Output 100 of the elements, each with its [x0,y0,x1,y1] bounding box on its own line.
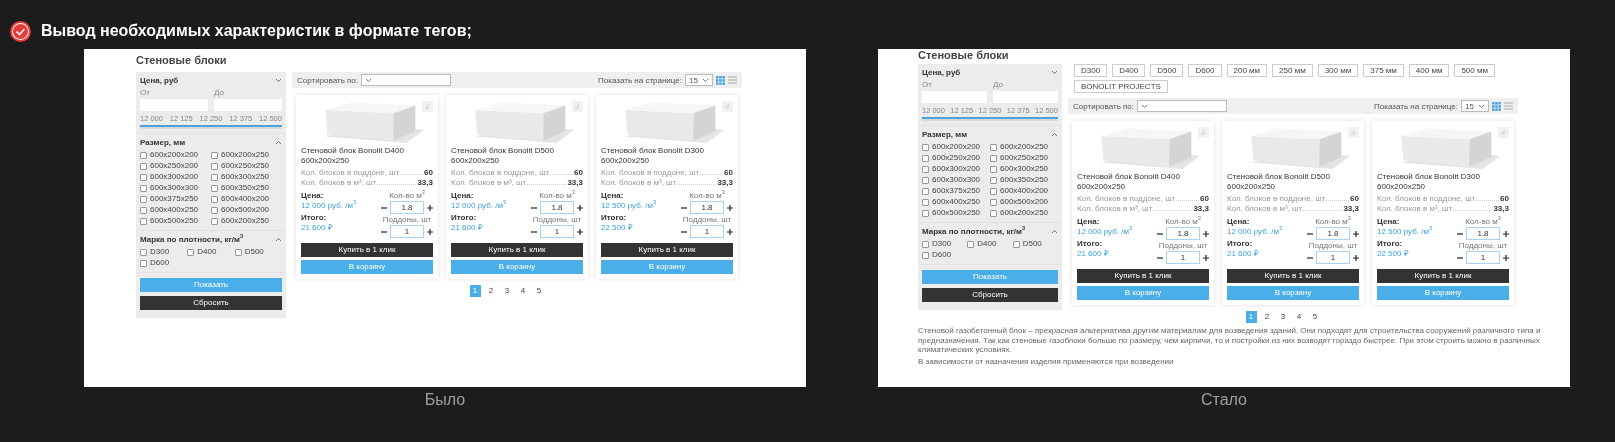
checkbox[interactable] [922,143,929,151]
buy-one-click-button[interactable]: Купить в 1 клик [1377,269,1509,284]
per-page-select[interactable]: 15 [1461,100,1489,112]
tag[interactable]: D300 [1074,64,1108,77]
buy-one-click-button[interactable]: Купить в 1 клик [301,243,433,258]
plus-button[interactable] [427,204,433,211]
checkbox[interactable] [140,206,147,214]
quantity-field[interactable]: 1 [1316,251,1350,265]
plus-button[interactable] [577,228,583,235]
checkbox[interactable] [990,187,997,195]
checkbox[interactable] [990,143,997,151]
page-link[interactable]: 5 [533,285,545,298]
checkbox[interactable] [922,240,929,248]
checkbox[interactable] [990,209,997,217]
checkbox[interactable] [187,248,195,256]
checkbox[interactable] [211,173,218,181]
per-page-select[interactable]: 15 [685,74,713,86]
minus-button[interactable] [681,204,687,211]
page-link[interactable]: 4 [1293,311,1305,324]
plus-button[interactable] [1503,254,1509,261]
page-link[interactable]: 2 [485,285,497,298]
minus-button[interactable] [1157,230,1163,237]
plus-button[interactable] [1203,254,1209,261]
minus-button[interactable] [1307,230,1313,237]
checkbox[interactable] [990,165,997,173]
quantity-field[interactable]: 1 [1166,251,1200,265]
quantity-field[interactable]: 1.8 [690,201,724,215]
product-name[interactable]: Стеновой блок Bonolit D400 600x200x250 [1077,172,1209,192]
checkbox[interactable] [140,217,147,225]
tag[interactable]: BONOLIT PROJECTS [1074,80,1168,93]
tag[interactable]: D500 [1150,64,1184,77]
buy-one-click-button[interactable]: Купить в 1 клик [601,243,733,258]
minus-button[interactable] [681,228,687,235]
minus-button[interactable] [1307,254,1313,261]
checkbox[interactable] [140,184,147,192]
minus-button[interactable] [1157,254,1163,261]
checkbox[interactable] [211,184,218,192]
tag[interactable]: D600 [1188,64,1222,77]
minus-button[interactable] [531,204,537,211]
quantity-field[interactable]: 1.8 [390,201,424,215]
buy-one-click-button[interactable]: Купить в 1 клик [451,243,583,258]
page-link[interactable]: 5 [1309,311,1321,324]
product-name[interactable]: Стеновой блок Bonolit D300 600x200x250 [601,146,733,166]
checkbox[interactable] [140,248,147,256]
sort-select[interactable] [361,74,452,86]
quantity-field[interactable]: 1.8 [1166,227,1200,241]
buy-one-click-button[interactable]: Купить в 1 клик [1227,269,1359,284]
reset-button[interactable]: Сбросить [922,288,1058,302]
checkbox[interactable] [140,151,147,159]
minus-button[interactable] [1457,254,1463,261]
product-name[interactable]: Стеновой блок Bonolit D500 600x200x250 [451,146,583,166]
plus-button[interactable] [1353,230,1359,237]
checkbox[interactable] [140,173,147,181]
tag[interactable]: 400 мм [1408,64,1450,77]
tag[interactable]: 375 мм [1363,64,1404,77]
plus-button[interactable] [577,204,583,211]
checkbox[interactable] [922,165,929,173]
page-link[interactable]: 3 [1277,311,1289,324]
tag[interactable]: 200 мм [1226,64,1268,77]
quantity-field[interactable]: 1.8 [540,201,574,215]
page-link[interactable]: 4 [517,285,529,298]
checkbox[interactable] [140,162,147,170]
plus-button[interactable] [427,228,433,235]
checkbox[interactable] [211,195,218,203]
page-link[interactable]: 3 [501,285,513,298]
sort-select[interactable] [1137,100,1228,112]
grid-view-icon[interactable] [716,75,725,85]
quantity-field[interactable]: 1 [540,225,574,239]
checkbox[interactable] [922,187,929,195]
tag[interactable]: 250 мм [1272,64,1313,77]
minus-button[interactable] [381,228,387,235]
plus-button[interactable] [727,204,733,211]
minus-button[interactable] [1457,230,1463,237]
reset-button[interactable]: Сбросить [140,296,282,310]
checkbox[interactable] [967,240,975,248]
product-name[interactable]: Стеновой блок Bonolit D500 600x200x250 [1227,172,1359,192]
buy-one-click-button[interactable]: Купить в 1 клик [1077,269,1209,284]
plus-button[interactable] [1203,230,1209,237]
grid-view-icon[interactable] [1492,101,1501,111]
plus-button[interactable] [727,228,733,235]
checkbox[interactable] [211,206,218,214]
quantity-field[interactable]: 1.8 [1466,227,1500,241]
checkbox[interactable] [922,154,929,162]
quantity-field[interactable]: 1 [390,225,424,239]
checkbox[interactable] [990,154,997,162]
minus-button[interactable] [531,228,537,235]
quantity-field[interactable]: 1 [1466,251,1500,265]
page-link[interactable]: 2 [1261,311,1273,324]
checkbox[interactable] [922,176,929,184]
quantity-field[interactable]: 1.8 [1316,227,1350,241]
plus-button[interactable] [1503,230,1509,237]
plus-button[interactable] [1353,254,1359,261]
tag[interactable]: 500 мм [1454,64,1495,77]
checkbox[interactable] [211,162,218,170]
checkbox[interactable] [990,176,997,184]
checkbox[interactable] [922,198,929,206]
quantity-field[interactable]: 1 [690,225,724,239]
checkbox[interactable] [211,151,218,159]
checkbox[interactable] [922,251,929,259]
checkbox[interactable] [1012,240,1020,248]
